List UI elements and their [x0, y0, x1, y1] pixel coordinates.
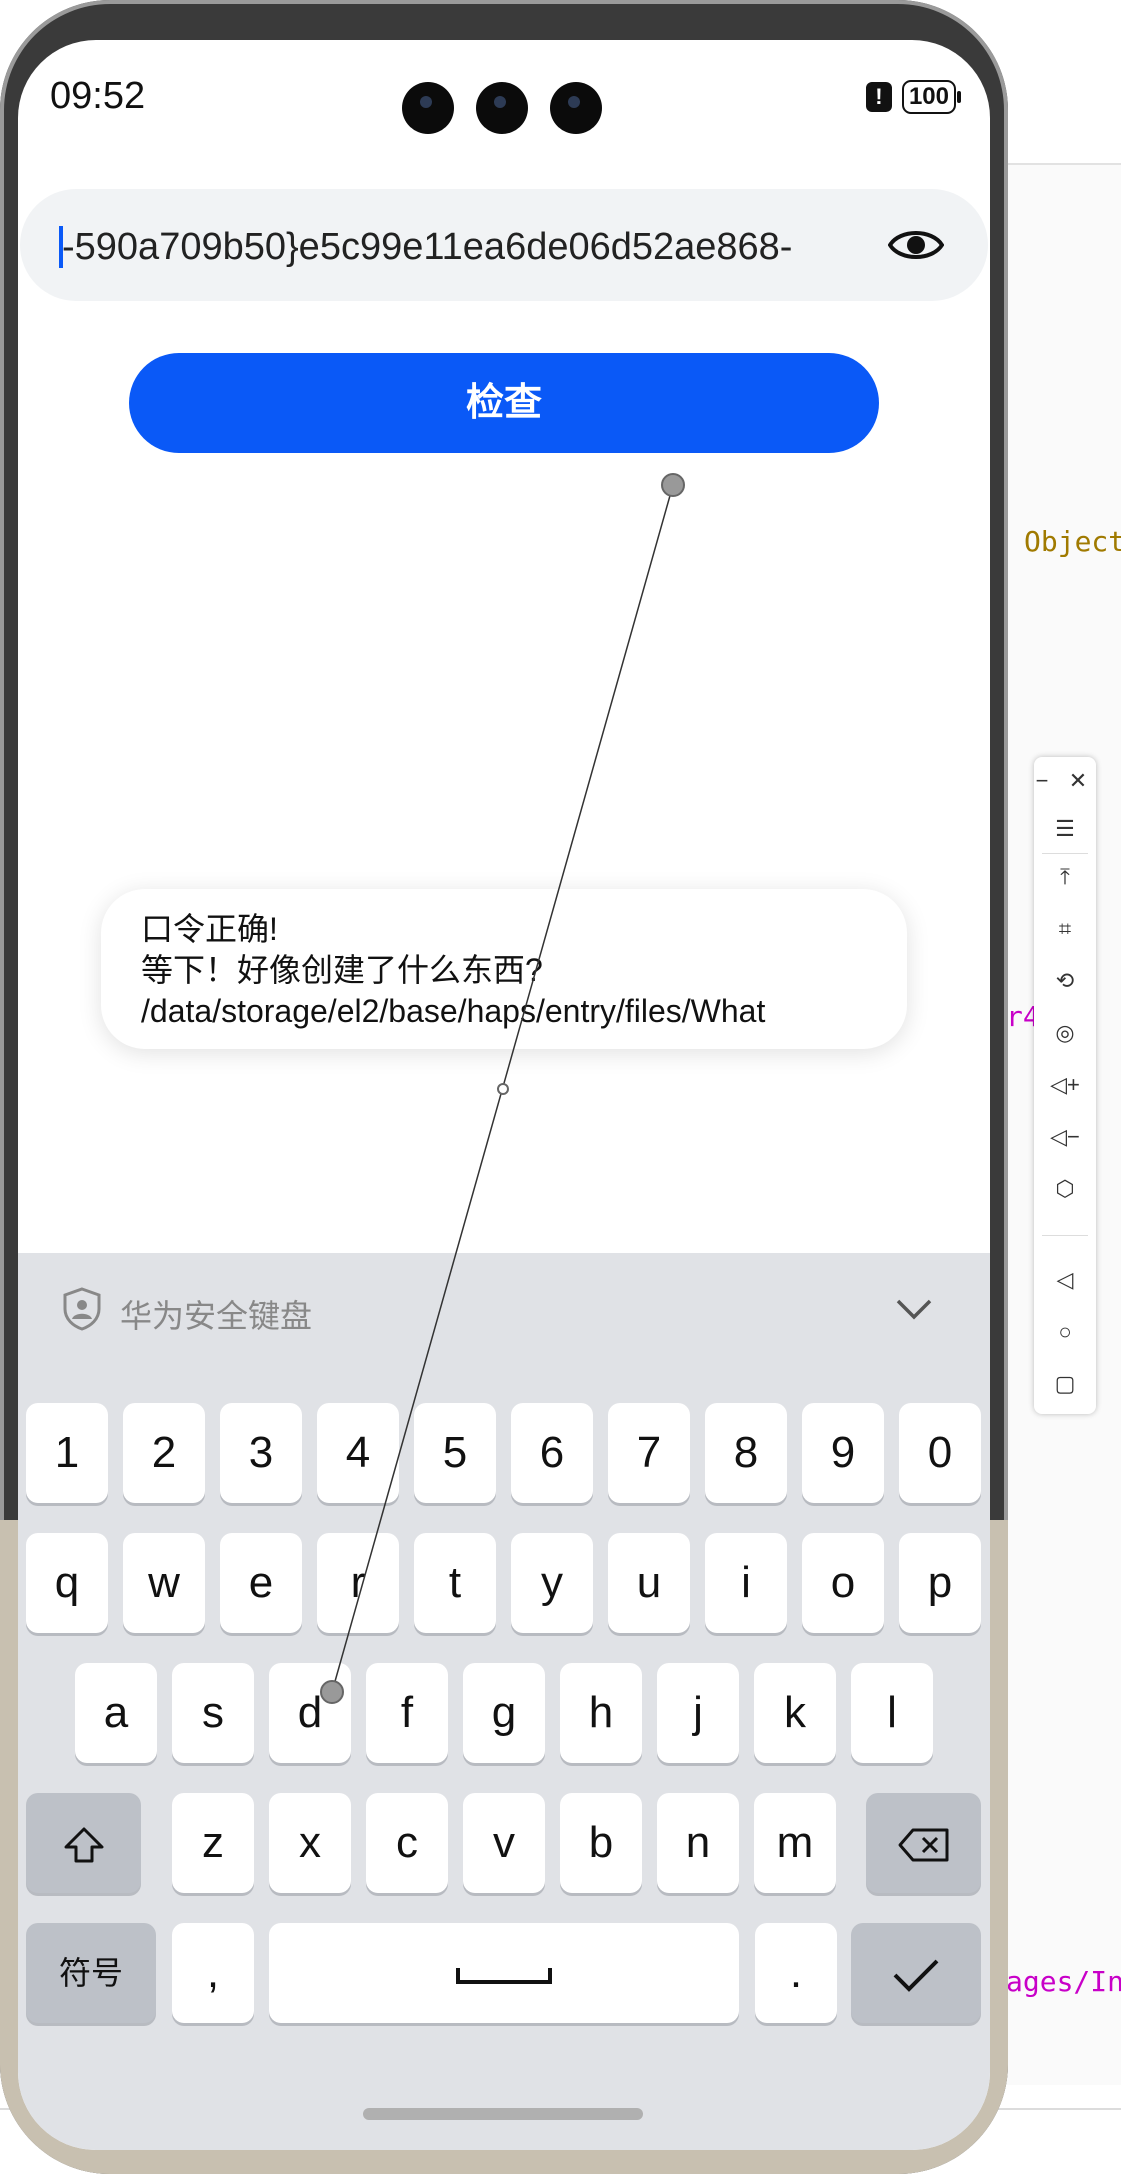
key-v[interactable]: v — [463, 1793, 545, 1893]
phone-frame: 09:52 ! 100 -590a709b50}e5c99e11ea6de06d… — [0, 0, 1008, 2174]
volume-down-icon[interactable]: ◁− — [1034, 1117, 1096, 1157]
key-7[interactable]: 7 — [608, 1403, 690, 1503]
key-o[interactable]: o — [802, 1533, 884, 1633]
key-d[interactable]: d — [269, 1663, 351, 1763]
camera-center — [476, 82, 528, 134]
key-6[interactable]: 6 — [511, 1403, 593, 1503]
phone-screen: 09:52 ! 100 -590a709b50}e5c99e11ea6de06d… — [18, 40, 990, 2150]
close-icon[interactable]: ✕ — [1058, 761, 1098, 801]
record-icon[interactable]: ◎ — [1034, 1013, 1096, 1053]
key-c[interactable]: c — [366, 1793, 448, 1893]
ide-text-pages: ages/In — [1006, 1965, 1121, 1998]
backspace-key[interactable] — [866, 1793, 981, 1893]
key-i[interactable]: i — [705, 1533, 787, 1633]
shift-icon — [64, 1827, 103, 1863]
comma-key[interactable]: , — [172, 1923, 254, 2023]
keyboard-title: 华为安全键盘 — [120, 1298, 313, 1334]
key-3[interactable]: 3 — [220, 1403, 302, 1503]
chevron-down-icon[interactable] — [894, 1291, 934, 1327]
shake-icon[interactable]: ⬡ — [1034, 1169, 1096, 1209]
status-right: ! 100 — [865, 80, 962, 114]
key-a[interactable]: a — [75, 1663, 157, 1763]
symbols-key[interactable]: 符号 — [26, 1923, 156, 2023]
key-j[interactable]: j — [657, 1663, 739, 1763]
key-9[interactable]: 9 — [802, 1403, 884, 1503]
key-f[interactable]: f — [366, 1663, 448, 1763]
key-w[interactable]: w — [123, 1533, 205, 1633]
key-l[interactable]: l — [851, 1663, 933, 1763]
key-1[interactable]: 1 — [26, 1403, 108, 1503]
key-x[interactable]: x — [269, 1793, 351, 1893]
key-8[interactable]: 8 — [705, 1403, 787, 1503]
ide-text-object: Object — [1024, 525, 1121, 558]
period-key[interactable]: . — [755, 1923, 837, 2023]
key-y[interactable]: y — [511, 1533, 593, 1633]
key-2[interactable]: 2 — [123, 1403, 205, 1503]
password-input[interactable]: -590a709b50}e5c99e11ea6de06d52ae868- — [20, 189, 988, 301]
home-icon[interactable]: ○ — [1034, 1312, 1096, 1352]
shift-key[interactable] — [26, 1793, 141, 1893]
key-e[interactable]: e — [220, 1533, 302, 1633]
alert-icon: ! — [865, 82, 892, 112]
space-icon — [456, 1968, 552, 1985]
recents-icon[interactable]: ▢ — [1034, 1364, 1096, 1404]
key-q[interactable]: q — [26, 1533, 108, 1633]
to-top-icon[interactable]: ⤒ — [1034, 857, 1096, 897]
password-input-value: -590a709b50}e5c99e11ea6de06d52ae868- — [62, 226, 793, 268]
key-m[interactable]: m — [754, 1793, 836, 1893]
key-h[interactable]: h — [560, 1663, 642, 1763]
key-n[interactable]: n — [657, 1793, 739, 1893]
toast-line-3: /data/storage/el2/base/haps/entry/files/… — [141, 993, 766, 1029]
shield-icon — [63, 1287, 101, 1331]
secure-keyboard: 华为安全键盘 1234567890 qwertyuiop asdfghjkl zxcv… — [18, 1253, 990, 2150]
check-icon — [893, 1959, 939, 1993]
toast-line-1: 口令正确! — [141, 911, 278, 947]
status-time: 09:52 — [50, 75, 146, 117]
toolbar-divider — [1042, 853, 1088, 854]
key-k[interactable]: k — [754, 1663, 836, 1763]
menu-icon[interactable]: ☰ — [1034, 809, 1096, 849]
toast-line-2: 等下！好像创建了什么东西? — [141, 952, 543, 988]
home-indicator[interactable] — [363, 2108, 643, 2120]
key-5[interactable]: 5 — [414, 1403, 496, 1503]
check-button[interactable]: 检查 — [129, 353, 879, 453]
volume-up-icon[interactable]: ◁+ — [1034, 1065, 1096, 1105]
back-icon[interactable]: ◁ — [1034, 1260, 1096, 1300]
key-t[interactable]: t — [414, 1533, 496, 1633]
confirm-key[interactable] — [851, 1923, 981, 2023]
crop-icon[interactable]: ⌗ — [1034, 909, 1096, 949]
camera-left — [402, 82, 454, 134]
key-0[interactable]: 0 — [899, 1403, 981, 1503]
text-caret — [59, 226, 63, 268]
key-r[interactable]: r — [317, 1533, 399, 1633]
rotate-icon[interactable]: ⟲ — [1034, 961, 1096, 1001]
key-g[interactable]: g — [463, 1663, 545, 1763]
key-b[interactable]: b — [560, 1793, 642, 1893]
minimize-icon[interactable]: − — [1022, 761, 1062, 801]
space-key[interactable] — [269, 1923, 739, 2023]
camera-right — [550, 82, 602, 134]
key-u[interactable]: u — [608, 1533, 690, 1633]
key-s[interactable]: s — [172, 1663, 254, 1763]
eye-icon[interactable] — [888, 225, 944, 265]
battery-indicator: 100 — [901, 80, 962, 114]
key-4[interactable]: 4 — [317, 1403, 399, 1503]
toast-message: 口令正确! 等下！好像创建了什么东西? /data/storage/el2/ba… — [101, 889, 907, 1049]
floating-toolbar: − ✕ ☰ ⤒ ⌗ ⟲ ◎ ◁+ ◁− ⬡ ◁ ○ ▢ — [1034, 757, 1096, 1414]
toolbar-divider — [1042, 1235, 1088, 1236]
key-p[interactable]: p — [899, 1533, 981, 1633]
backspace-icon — [898, 1828, 948, 1862]
key-z[interactable]: z — [172, 1793, 254, 1893]
